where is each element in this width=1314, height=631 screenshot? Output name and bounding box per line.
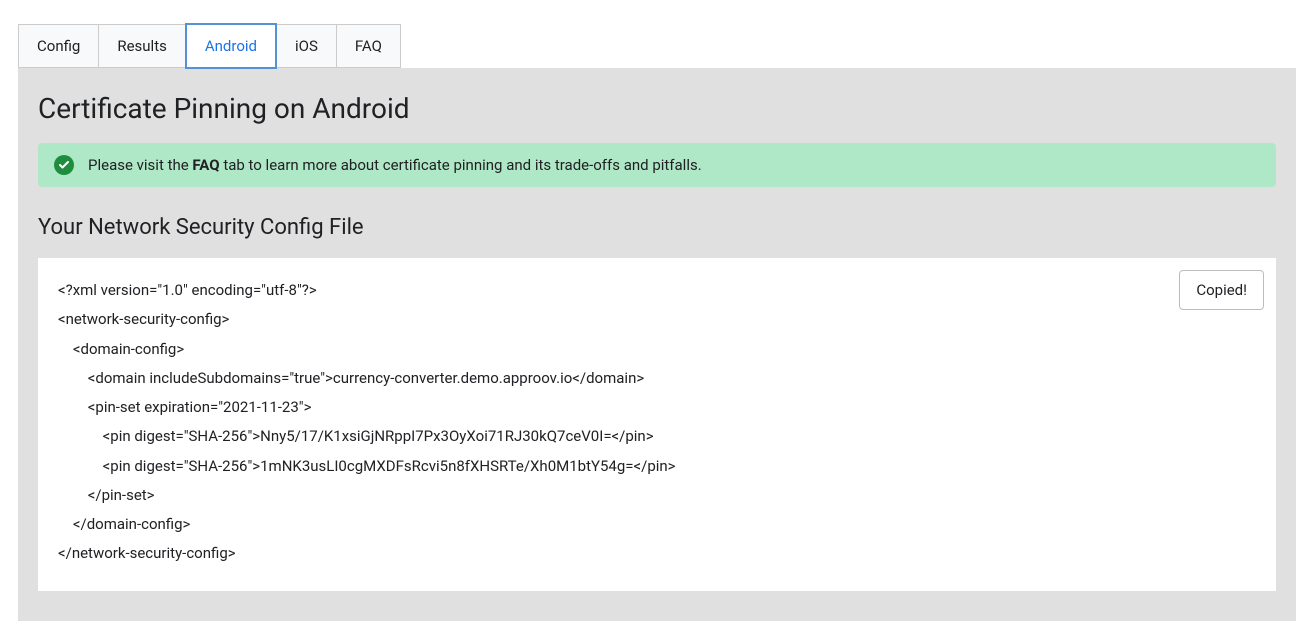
alert-success: Please visit the FAQ tab to learn more a… xyxy=(38,143,1276,187)
tab-faq[interactable]: FAQ xyxy=(336,24,401,68)
alert-text: Please visit the FAQ tab to learn more a… xyxy=(88,156,702,174)
check-circle-icon xyxy=(54,155,74,175)
alert-prefix: Please visit the xyxy=(88,156,192,174)
tab-bar: ConfigResultsAndroidiOSFAQ xyxy=(18,24,1314,68)
tab-config[interactable]: Config xyxy=(18,24,99,68)
panel-title: Certificate Pinning on Android xyxy=(38,92,1276,125)
alert-suffix: tab to learn more about certificate pinn… xyxy=(220,156,702,174)
content-panel: Certificate Pinning on Android Please vi… xyxy=(18,68,1296,621)
tab-ios[interactable]: iOS xyxy=(276,24,337,68)
code-container: Copied! <?xml version="1.0" encoding="ut… xyxy=(38,258,1276,591)
section-title: Your Network Security Config File xyxy=(38,215,1276,240)
copy-button[interactable]: Copied! xyxy=(1179,270,1264,310)
alert-bold: FAQ xyxy=(192,156,219,174)
tab-results[interactable]: Results xyxy=(98,24,186,68)
tab-android[interactable]: Android xyxy=(185,23,277,69)
code-block: <?xml version="1.0" encoding="utf-8"?> <… xyxy=(58,276,1256,569)
